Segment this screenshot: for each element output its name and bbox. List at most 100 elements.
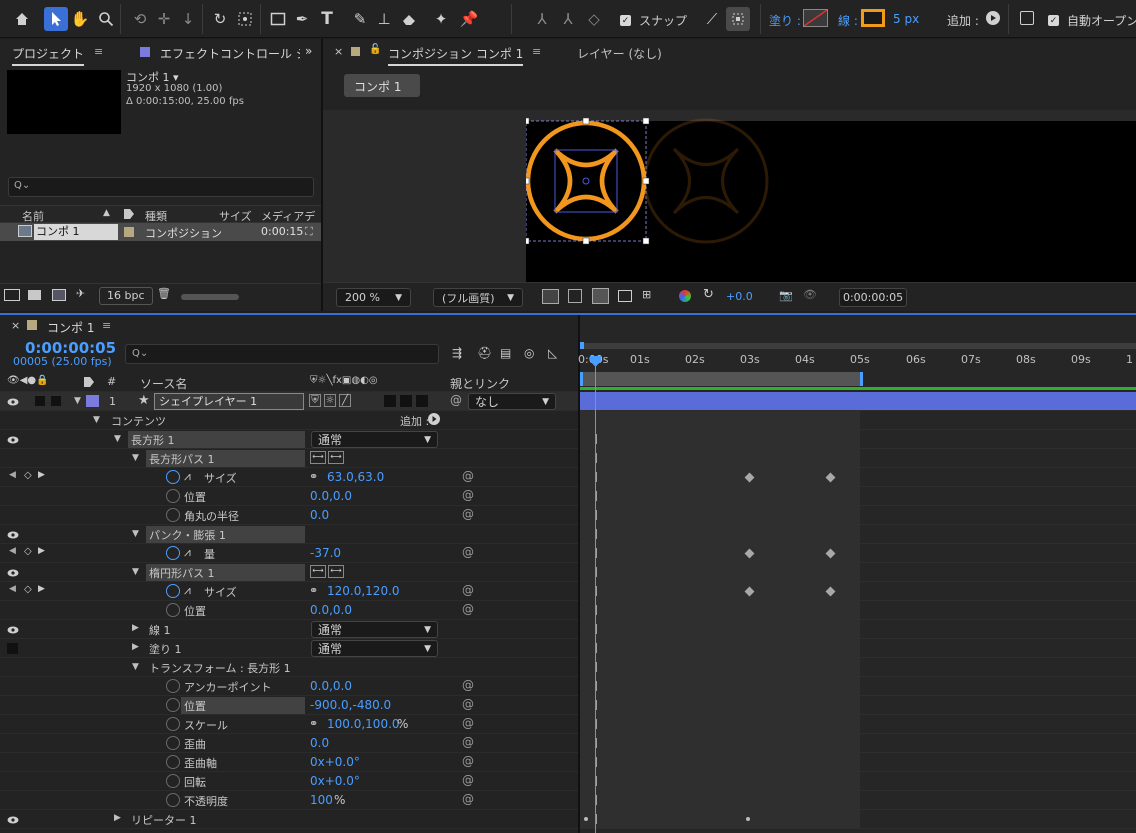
link-icon[interactable]: ⚭ (309, 584, 318, 597)
solo-toggle[interactable] (35, 396, 45, 406)
row-pucker[interactable]: ▼ パンク・膨張 1 (0, 525, 578, 544)
col-parent-link[interactable]: 親とリンク (450, 375, 510, 392)
row-fill[interactable]: ▶ 塗り 1 通常 ▼ (0, 639, 578, 658)
pick-whip-icon[interactable]: @ (462, 507, 474, 521)
add-keyframe-icon[interactable]: ◇ (24, 470, 32, 481)
add-keyframe-icon[interactable]: ◇ (24, 546, 32, 557)
close-icon[interactable]: × (11, 319, 20, 332)
col-media[interactable]: メディアデ (261, 208, 321, 224)
row-transform-position[interactable]: 位置 -900.0,-480.0 @ (0, 696, 578, 715)
row-stroke[interactable]: ▶ 線 1 通常 ▼ (0, 620, 578, 639)
show-snapshot-icon[interactable]: 👁 (803, 288, 817, 301)
checkbox-icon[interactable]: ✓ (1048, 15, 1059, 26)
chevron-down-icon[interactable]: ▼ (74, 396, 81, 406)
stroke-blend-select[interactable]: 通常 ▼ (311, 621, 438, 638)
project-row-comp[interactable]: コンポ 1 コンポジション 0:00:15 ⛶ (0, 223, 321, 241)
collapse-switch[interactable]: ☼ (324, 394, 336, 407)
row-roundness[interactable]: 角丸の半径 0.0 @ (0, 506, 578, 525)
row-transform[interactable]: ▼ トランスフォーム : 長方形 1 (0, 658, 578, 677)
dolly-tool-icon[interactable]: ↓ (176, 7, 200, 31)
scale-value[interactable]: 100.0,100.0 (327, 717, 400, 731)
graph-icon[interactable]: ⩘ (184, 545, 191, 560)
stopwatch-icon[interactable] (166, 774, 180, 788)
flowchart-icon[interactable]: ⛶ (305, 225, 313, 239)
chevron-right-icon[interactable]: ▶ (114, 813, 121, 823)
label-tag-icon[interactable] (84, 377, 94, 387)
chevron-down-icon[interactable]: ▼ (114, 434, 121, 444)
ellipse-path-label[interactable]: 楕円形パス 1 (149, 565, 215, 581)
chevron-down-icon[interactable]: ▼ (132, 529, 139, 539)
summary-keyframe[interactable] (746, 817, 750, 821)
tab-effect-controls[interactable]: エフェクトコントロール シ (160, 45, 300, 62)
label-color-swatch[interactable] (124, 227, 134, 237)
motion-blur-icon[interactable]: ◎ (524, 346, 534, 360)
pick-whip-icon[interactable]: @ (462, 602, 474, 616)
stopwatch-icon[interactable] (166, 470, 180, 484)
chevron-right-icon[interactable]: » (305, 44, 312, 58)
stopwatch-icon[interactable] (166, 755, 180, 769)
mask-visibility-icon[interactable] (592, 288, 609, 304)
quality-switch[interactable]: ╱ (339, 394, 351, 407)
row-skew[interactable]: 歪曲 0.0 @ (0, 734, 578, 753)
row-rect-group[interactable]: ▼ 長方形 1 通常 ▼ (0, 430, 578, 449)
skew-value[interactable]: 0.0 (310, 736, 329, 750)
snap-toggle[interactable]: ✓ スナップ (620, 12, 687, 29)
rect-group-blend-select[interactable]: 通常 ▼ (311, 431, 438, 448)
rectangle-tool-icon[interactable] (266, 7, 290, 31)
trash-icon[interactable]: 🗑 (157, 287, 171, 300)
pick-whip-icon[interactable]: @ (462, 735, 474, 749)
tab-composition[interactable]: コンポジション コンポ 1 (388, 45, 524, 66)
path-reverse-icon[interactable]: ⟷ (328, 451, 344, 464)
lock-icon[interactable]: 🔓 (369, 44, 381, 55)
local-axis-icon[interactable]: ⅄ (530, 7, 554, 31)
pick-whip-icon[interactable]: @ (462, 697, 474, 711)
parent-select[interactable]: なし ▼ (468, 393, 556, 410)
lock-toggle[interactable] (51, 396, 61, 406)
rect-group-label[interactable]: 長方形 1 (131, 432, 175, 448)
home-icon[interactable] (10, 7, 34, 31)
next-keyframe-icon[interactable]: ▶ (38, 584, 45, 594)
stopwatch-icon[interactable] (166, 508, 180, 522)
chevron-down-icon[interactable]: ▼ (132, 662, 139, 672)
stopwatch-icon[interactable] (166, 698, 180, 712)
next-keyframe-icon[interactable]: ▶ (38, 546, 45, 556)
eraser-tool-icon[interactable] (397, 7, 421, 31)
zoom-tool-icon[interactable] (94, 7, 118, 31)
thumbnail-slider[interactable] (181, 294, 239, 300)
chevron-right-icon[interactable]: ▶ (132, 623, 139, 633)
eye-icon[interactable] (7, 816, 19, 824)
add-menu-icon[interactable] (428, 413, 440, 425)
transform-position-value[interactable]: -900.0,-480.0 (310, 698, 391, 712)
snap-features-icon[interactable] (726, 7, 750, 31)
roundness-value[interactable]: 0.0 (310, 508, 329, 522)
rect-path-label[interactable]: 長方形パス 1 (149, 451, 215, 467)
new-comp-icon[interactable] (52, 289, 66, 301)
reset-exposure-icon[interactable]: ↻ (703, 287, 714, 302)
chevron-down-icon[interactable]: ▼ (93, 415, 100, 425)
layer-name[interactable]: シェイプレイヤー 1 (154, 393, 304, 410)
layer-switches-icon[interactable]: ⛨☼╲fx▣◍◐◎ (310, 375, 378, 386)
rotation-value[interactable]: 0x+0.0° (310, 774, 360, 788)
3d-switch[interactable] (416, 395, 428, 407)
path-direction-icon[interactable]: ⟷ (310, 565, 326, 578)
row-rect-size[interactable]: ◀ ◇ ▶ ⩘ サイズ ⚭ 63.0,63.0 @ (0, 468, 578, 487)
prev-keyframe-icon[interactable]: ◀ (9, 470, 16, 480)
ellipse-position-value[interactable]: 0.0,0.0 (310, 603, 352, 617)
row-rect-path[interactable]: ▼ 長方形パス 1 ⟷ ⟷ (0, 449, 578, 468)
frame-blending-icon[interactable]: ▤ (500, 346, 511, 360)
graph-editor-icon[interactable]: ◺ (548, 346, 557, 360)
stopwatch-icon[interactable] (166, 584, 180, 598)
stroke-swatch[interactable] (861, 9, 885, 27)
prev-keyframe-icon[interactable]: ◀ (9, 584, 16, 594)
col-source-name[interactable]: ソース名 (140, 375, 187, 392)
stopwatch-icon[interactable] (166, 736, 180, 750)
work-area-end[interactable] (860, 372, 863, 386)
tab-project[interactable]: プロジェクト (12, 45, 85, 66)
resolution-select[interactable]: (フル画質) ▼ (433, 288, 523, 307)
pen-tool-icon[interactable]: ✒ (290, 7, 314, 31)
fill-swatch[interactable] (803, 9, 828, 27)
eye-icon[interactable] (7, 436, 19, 444)
time-ruler[interactable]: 0:00s 01s 02s 03s 04s 05s 06s 07s 08s 09… (578, 349, 1136, 371)
visibility-toggle-off[interactable] (7, 643, 18, 654)
pick-whip-icon[interactable]: @ (462, 792, 474, 806)
